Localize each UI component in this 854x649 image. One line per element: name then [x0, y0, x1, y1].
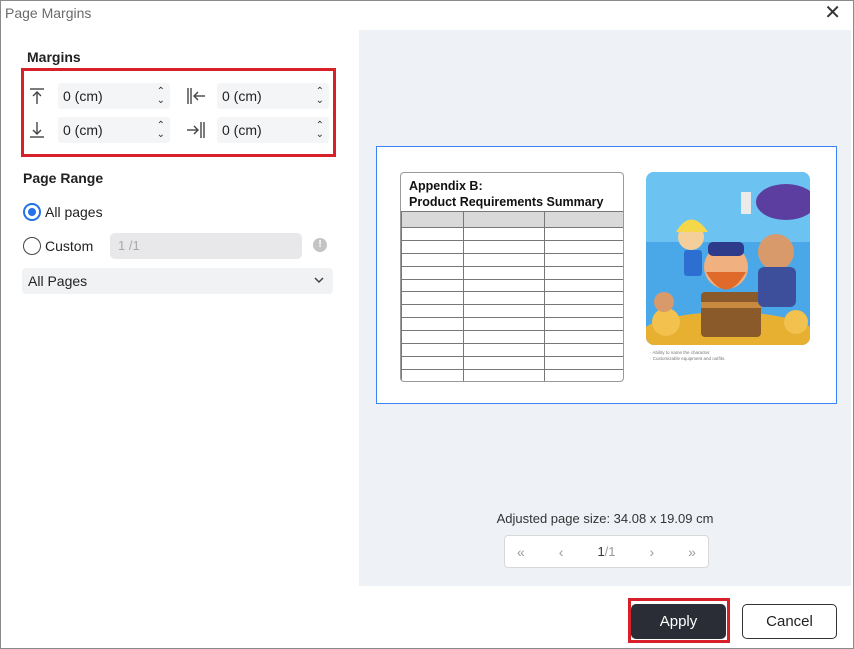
right-margin-row: 0 (cm) ⌃ ⌄ [185, 117, 329, 143]
doc-title-line2: Product Requirements Summary [409, 195, 604, 209]
close-icon[interactable]: ✕ [824, 3, 841, 23]
top-margin-value[interactable]: 0 (cm) [58, 88, 103, 104]
margin-top-icon [26, 85, 48, 107]
info-icon[interactable]: ! [313, 238, 327, 252]
left-margin-row: 0 (cm) ⌃ ⌄ [185, 83, 329, 109]
right-margin-value[interactable]: 0 (cm) [217, 122, 262, 138]
custom-range-input[interactable]: 1 /1 [110, 233, 302, 259]
next-page-icon[interactable]: › [650, 544, 655, 560]
margin-bottom-icon [26, 119, 48, 141]
cancel-button[interactable]: Cancel [742, 604, 837, 639]
decrement-icon[interactable]: ⌄ [157, 130, 165, 140]
last-page-icon[interactable]: » [688, 544, 696, 560]
page-subset-value: All Pages [28, 273, 88, 289]
prev-page-icon[interactable]: ‹ [559, 544, 564, 560]
margin-right-icon [185, 119, 207, 141]
page-margins-dialog: Page Margins ✕ Margins 0 (cm) ⌃ ⌄ 0 (cm) … [0, 0, 854, 649]
page-total: /1 [604, 544, 616, 559]
margins-heading: Margins [27, 49, 81, 65]
preview-panel: Appendix B: Product Requirements Summary [359, 30, 851, 586]
custom-label[interactable]: Custom [45, 238, 93, 254]
page-preview: Appendix B: Product Requirements Summary [376, 146, 837, 404]
margin-left-icon [185, 85, 207, 107]
right-margin-stepper[interactable]: 0 (cm) ⌃ ⌄ [217, 117, 329, 143]
all-pages-radio-row[interactable]: All pages [23, 203, 103, 221]
decrement-icon[interactable]: ⌄ [157, 96, 165, 106]
page-range-heading: Page Range [23, 170, 104, 186]
all-pages-radio[interactable] [23, 203, 41, 221]
game-character-artwork [646, 172, 810, 345]
document-table-card: Appendix B: Product Requirements Summary [400, 172, 624, 382]
first-page-icon[interactable]: « [517, 544, 525, 560]
bottom-margin-value[interactable]: 0 (cm) [58, 122, 103, 138]
chevron-down-icon [313, 273, 325, 289]
requirements-table [401, 211, 623, 381]
margins-highlight [21, 68, 336, 157]
left-margin-value[interactable]: 0 (cm) [217, 88, 262, 104]
left-margin-stepper[interactable]: 0 (cm) ⌃ ⌄ [217, 83, 329, 109]
bottom-margin-stepper[interactable]: 0 (cm) ⌃ ⌄ [58, 117, 170, 143]
bottom-margin-row: 0 (cm) ⌃ ⌄ [26, 117, 170, 143]
artwork-caption: · Ability to name the character. · Custo… [650, 350, 726, 362]
caption-line: · Customizable equipment and outfits. [650, 356, 726, 361]
dialog-title: Page Margins [5, 5, 92, 21]
current-page[interactable]: 1 [597, 544, 604, 559]
doc-title-line1: Appendix B: [409, 179, 483, 193]
apply-button[interactable]: Apply [631, 604, 726, 639]
custom-radio-row[interactable]: Custom [23, 237, 93, 255]
top-margin-row: 0 (cm) ⌃ ⌄ [26, 83, 170, 109]
page-subset-dropdown[interactable]: All Pages [22, 268, 333, 294]
adjusted-page-size: Adjusted page size: 34.08 x 19.09 cm [496, 511, 714, 526]
decrement-icon[interactable]: ⌄ [316, 96, 324, 106]
page-indicator[interactable]: 1/1 [597, 544, 615, 559]
top-margin-stepper[interactable]: 0 (cm) ⌃ ⌄ [58, 83, 170, 109]
decrement-icon[interactable]: ⌄ [316, 130, 324, 140]
page-navigator: « ‹ 1/1 › » [504, 535, 709, 568]
all-pages-label[interactable]: All pages [45, 204, 103, 220]
custom-radio[interactable] [23, 237, 41, 255]
